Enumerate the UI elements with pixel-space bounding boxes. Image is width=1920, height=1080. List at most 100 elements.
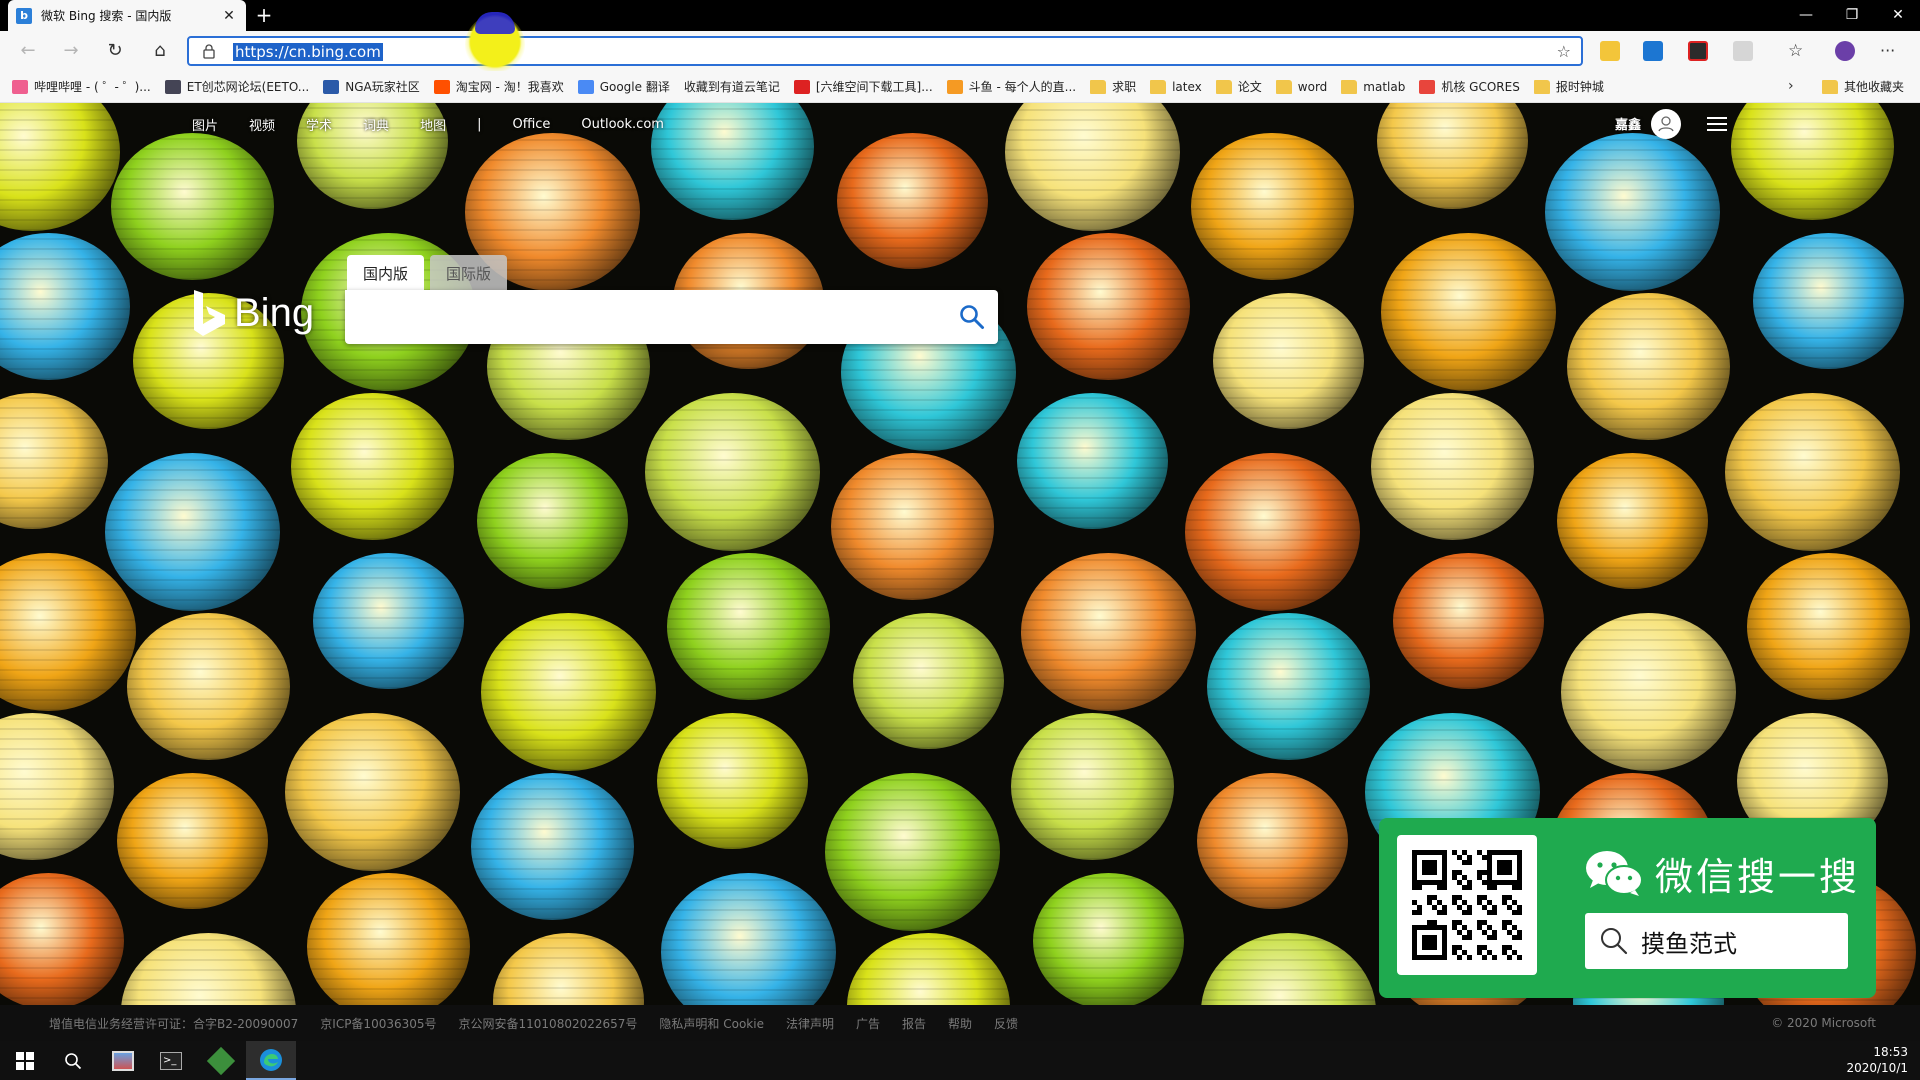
bing-nav-item[interactable]: 学术 [306, 115, 332, 134]
url-text[interactable]: https://cn.bing.com [233, 43, 383, 61]
browser-tab-active[interactable]: b 微软 Bing 搜索 - 国内版 ✕ [8, 0, 246, 31]
favorite-item[interactable]: 求职 [1090, 78, 1136, 95]
home-button[interactable]: ⌂ [145, 37, 175, 65]
favorite-item[interactable]: latex [1150, 79, 1202, 94]
promo-search-box[interactable]: 摸鱼范式 [1585, 913, 1848, 969]
refresh-button[interactable]: ↻ [100, 37, 130, 65]
close-window-button[interactable]: ✕ [1875, 0, 1920, 31]
tab-international[interactable]: 国际版 [430, 255, 508, 291]
wechat-icon [1586, 850, 1643, 896]
lock-icon[interactable] [201, 43, 217, 59]
favorite-item[interactable]: 哔哩哔哩 - ( ゜- ゜)... [12, 78, 151, 95]
lantern-shape [284, 713, 460, 871]
favorite-item[interactable]: [六维空间下载工具]... [793, 78, 933, 95]
tab-close-icon[interactable]: ✕ [220, 8, 238, 24]
address-bar[interactable]: https://cn.bing.com ☆ [187, 36, 1583, 66]
lantern-shape [656, 713, 808, 849]
restore-button[interactable]: ❐ [1829, 0, 1875, 31]
bing-nav-item[interactable]: Office [512, 117, 550, 132]
lantern-shape [0, 233, 130, 380]
taskbar-search-icon[interactable] [48, 1041, 98, 1080]
user-name[interactable]: 嘉鑫 [1615, 114, 1641, 133]
bing-nav-item[interactable]: 视频 [249, 115, 275, 134]
favorite-label: latex [1172, 79, 1202, 94]
footer-link[interactable]: 隐私声明和 Cookie [659, 1015, 764, 1032]
lantern-shape [0, 103, 120, 231]
user-avatar-icon[interactable] [1651, 109, 1681, 139]
favorites-list-icon[interactable]: ☆ [1788, 41, 1808, 61]
favorites-overflow-icon[interactable]: › [1788, 78, 1794, 94]
bing-footer: 增值电信业务经营许可证：合字B2-20090007 京ICP备10036305号 京… [0, 1005, 1920, 1041]
back-button[interactable]: ← [13, 37, 43, 65]
favorite-item[interactable]: 淘宝网 - 淘！我喜欢 [433, 78, 564, 95]
bing-top-nav: 图片 视频 学术 词典 地图 | Office Outlook.com [192, 115, 695, 134]
favorite-star-icon[interactable]: ☆ [1557, 42, 1571, 61]
bing-nav-item[interactable]: 图片 [192, 115, 218, 134]
favorite-item[interactable]: ET创芯网论坛(EETO... [164, 78, 309, 95]
more-menu-icon[interactable]: ··· [1880, 41, 1900, 61]
lantern-shape [312, 553, 464, 689]
taskbar-photos-icon[interactable] [98, 1041, 148, 1080]
favorite-item[interactable]: 斗鱼 - 每个人的直... [946, 78, 1076, 95]
nga-icon [323, 79, 340, 94]
wechat-search-promo[interactable]: 微信搜一搜 摸鱼范式 [1379, 818, 1876, 998]
favorite-item[interactable]: NGA玩家社区 [323, 78, 420, 95]
lantern-shape [1544, 133, 1720, 291]
new-tab-button[interactable]: + [252, 3, 276, 27]
lantern-shape [1730, 103, 1894, 220]
system-clock[interactable]: 18:53 2020/10/1 [1846, 1044, 1908, 1076]
favorites-other-folder[interactable]: 其他收藏夹 [1822, 78, 1904, 95]
lantern-shape [476, 453, 628, 589]
extension-ghost-icon[interactable] [1733, 41, 1753, 61]
favorite-item[interactable]: Google 翻译 [577, 78, 670, 95]
favorite-item[interactable]: 收藏到有道云笔记 [0, 78, 780, 189]
footer-link[interactable]: 京公网安备11010802022657号 [459, 1015, 638, 1032]
hamburger-menu-icon[interactable] [1707, 117, 1727, 131]
bing-nav-item[interactable]: 词典 [363, 115, 389, 134]
profile-avatar-icon[interactable] [1835, 41, 1855, 61]
extension-badge-icon[interactable] [1688, 41, 1708, 61]
lantern-shape [846, 933, 1010, 1005]
windows-start-icon[interactable] [0, 1041, 50, 1080]
search-icon[interactable] [958, 303, 986, 331]
footer-link[interactable]: 京ICP备10036305号 [320, 1015, 436, 1032]
forward-button[interactable]: → [56, 37, 86, 65]
search-input[interactable] [359, 302, 929, 332]
taskbar-vim-icon[interactable] [196, 1041, 246, 1080]
promo-title-text: 微信搜一搜 [1655, 855, 1861, 899]
lantern-shape [104, 453, 280, 611]
lantern-shape [1020, 553, 1196, 711]
clock-time: 18:53 [1873, 1045, 1908, 1059]
lantern-shape [830, 453, 994, 600]
favorite-label: 报时钟城 [1555, 80, 1604, 94]
footer-link[interactable]: 帮助 [948, 1015, 972, 1032]
favorite-item[interactable]: 机核 GCORES [1419, 78, 1520, 95]
taskbar-edge-icon[interactable] [246, 1041, 296, 1080]
minimize-button[interactable]: — [1783, 0, 1829, 31]
extension-translate-icon[interactable] [1643, 41, 1663, 61]
taskbar-terminal-icon[interactable]: >_ [146, 1041, 196, 1080]
favorite-item[interactable]: matlab [1341, 79, 1405, 94]
favorite-item[interactable]: 论文 [1215, 78, 1262, 95]
favorites-bar: 哔哩哔哩 - ( ゜- ゜)... ET创芯网论坛(EETO... NGA玩家社区 淘… [0, 71, 1920, 189]
extension-folder-icon[interactable] [1600, 41, 1620, 61]
favorite-item[interactable]: 报时钟城 [1533, 78, 1604, 95]
tab-domestic[interactable]: 国内版 [347, 255, 425, 291]
lantern-shape [0, 873, 124, 1005]
lantern-shape [492, 933, 644, 1005]
bing-nav-item[interactable]: Outlook.com [581, 117, 664, 132]
browser-titlebar: b 微软 Bing 搜索 - 国内版 ✕ + — ❐ ✕ [0, 0, 1920, 31]
footer-link[interactable]: 报告 [902, 1015, 926, 1032]
favorite-label: 机核 GCORES [1441, 80, 1520, 94]
favorite-item[interactable]: word [1275, 79, 1327, 94]
lantern-shape [1380, 233, 1556, 391]
footer-link[interactable]: 增值电信业务经营许可证：合字B2-20090007 [49, 1015, 298, 1032]
lantern-shape [1196, 773, 1348, 909]
footer-link[interactable]: 广告 [856, 1015, 880, 1032]
favorites-other-label: 其他收藏夹 [1844, 80, 1905, 94]
bing-nav-item[interactable]: 地图 [420, 115, 446, 134]
footer-link[interactable]: 法律声明 [786, 1015, 834, 1032]
gcores-icon [1419, 79, 1436, 94]
footer-link[interactable]: 反馈 [994, 1015, 1018, 1032]
promo-search-icon [1601, 928, 1628, 955]
